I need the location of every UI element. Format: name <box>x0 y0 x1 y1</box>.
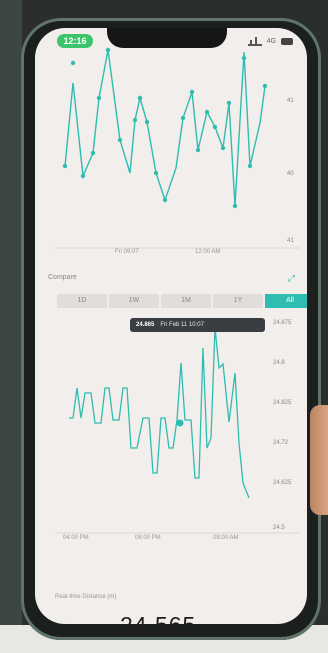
bottom-x-label: 04:00 PM <box>63 535 89 541</box>
top-y-tick: 40 <box>287 171 294 177</box>
range-tab-1m[interactable]: 1M <box>161 294 211 308</box>
range-tabs: 1D 1W 1M 1Y All <box>57 294 307 308</box>
tooltip-time: Fri Feb 11 10:07 <box>160 322 204 328</box>
compare-label: Compare <box>48 274 77 281</box>
top-x-label: 12:00 AM <box>195 249 221 255</box>
range-tab-1y[interactable]: 1Y <box>213 294 263 308</box>
bottom-y-tick: 24.625 <box>273 480 292 486</box>
top-y-tick: 41 <box>287 238 294 244</box>
background-left <box>0 0 22 653</box>
bottom-y-tick: 24.875 <box>273 320 292 326</box>
top-y-tick: 41 <box>287 98 294 104</box>
bottom-chart-line <box>69 327 250 499</box>
finger-edge <box>310 405 328 515</box>
top-x-label: Fri 09:07 <box>115 249 139 255</box>
bottom-y-tick: 24.72 <box>273 440 289 446</box>
bottom-y-tick: 24.825 <box>273 400 292 406</box>
tooltip-value: 24.865 <box>136 322 155 328</box>
bottom-y-tick: 24.8 <box>273 360 285 366</box>
bottom-x-label: 08:00 AM <box>213 535 239 541</box>
footer-label: Real-time Distance (m) <box>55 594 117 600</box>
bottom-x-label: 08:00 PM <box>135 535 161 541</box>
range-tab-1d[interactable]: 1D <box>57 294 107 308</box>
expand-icon[interactable]: ⤢ <box>288 273 295 284</box>
bottom-y-tick: 24.5 <box>273 525 285 531</box>
bottom-chart-active-point <box>176 419 184 427</box>
top-chart-line <box>64 49 266 207</box>
ticker-text: 24.565 <box>115 612 201 638</box>
chart-tooltip: 24.865 Fri Feb 11 10:07 <box>130 318 265 332</box>
phone-screen: 12:16 4G 41 40 41 Fri 09:07 12:00 AM Com… <box>35 28 307 624</box>
range-tab-all[interactable]: All <box>265 294 307 308</box>
range-tab-1w[interactable]: 1W <box>109 294 159 308</box>
